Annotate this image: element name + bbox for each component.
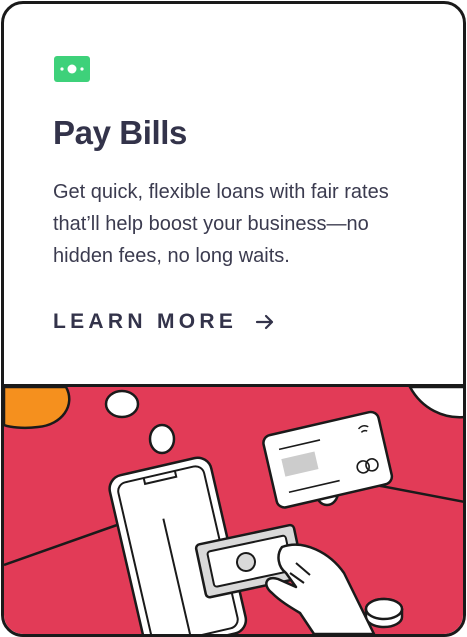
- card-title: Pay Bills: [53, 114, 187, 151]
- pay-bills-card: Pay Bills Get quick, flexible loans with…: [1, 1, 466, 637]
- learn-more-link[interactable]: LEARN MORE: [53, 310, 275, 334]
- arrow-right-icon: [256, 314, 274, 330]
- card-description: Get quick, flexible loans with fair rate…: [53, 181, 389, 267]
- payment-illustration: [4, 387, 463, 634]
- learn-more-label: LEARN MORE: [53, 310, 238, 333]
- cash-icon: [54, 56, 90, 82]
